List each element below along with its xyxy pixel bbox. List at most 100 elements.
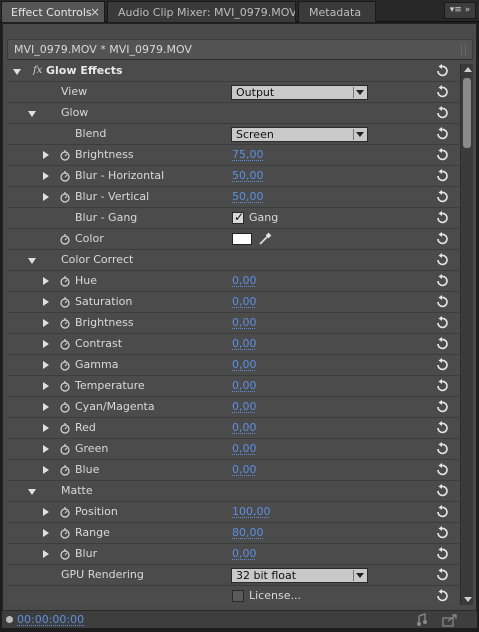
scrollbar-thumb[interactable] [463, 78, 471, 148]
tab-effect-controls[interactable]: Effect Controls × [1, 1, 105, 22]
vertical-scrollbar[interactable] [460, 64, 473, 605]
green-value[interactable]: 0,00 [232, 439, 257, 459]
collapse-triangle-icon[interactable] [28, 258, 36, 264]
expand-triangle-icon[interactable] [43, 403, 49, 411]
expand-triangle-icon[interactable] [43, 382, 49, 390]
stopwatch-icon[interactable] [59, 170, 71, 182]
matte-blur-value[interactable]: 0,00 [232, 544, 257, 564]
reset-parameter-icon[interactable] [435, 316, 449, 330]
expand-triangle-icon[interactable] [43, 361, 49, 369]
collapse-triangle-icon[interactable] [13, 69, 21, 75]
license-label[interactable]: License... [249, 586, 301, 605]
collapse-triangle-icon[interactable] [28, 111, 36, 117]
effect-row-glow-effects[interactable]: fx Glow Effects [8, 61, 459, 82]
grip-icon[interactable] [461, 44, 466, 55]
reset-parameter-icon[interactable] [435, 421, 449, 435]
reset-parameter-icon[interactable] [435, 547, 449, 561]
expand-triangle-icon[interactable] [43, 466, 49, 474]
view-dropdown[interactable]: Output [231, 85, 368, 100]
blend-dropdown[interactable]: Screen [231, 127, 368, 142]
stopwatch-icon[interactable] [59, 338, 71, 350]
temperature-value[interactable]: 0,00 [232, 376, 257, 396]
reset-parameter-icon[interactable] [435, 400, 449, 414]
reset-parameter-icon[interactable] [435, 169, 449, 183]
expand-triangle-icon[interactable] [43, 340, 49, 348]
reset-parameter-icon[interactable] [435, 232, 449, 246]
expand-triangle-icon[interactable] [43, 193, 49, 201]
stopwatch-icon[interactable] [59, 422, 71, 434]
blur-vertical-value[interactable]: 50,00 [232, 187, 264, 207]
collapse-triangle-icon[interactable] [28, 489, 36, 495]
group-row-color-correct[interactable]: Color Correct [8, 250, 459, 271]
stopwatch-icon[interactable] [59, 401, 71, 413]
expand-triangle-icon[interactable] [43, 172, 49, 180]
reset-parameter-icon[interactable] [435, 295, 449, 309]
expand-triangle-icon[interactable] [43, 319, 49, 327]
position-value[interactable]: 100,00 [232, 502, 271, 522]
stopwatch-icon[interactable] [59, 149, 71, 161]
reset-parameter-icon[interactable] [435, 463, 449, 477]
reset-parameter-icon[interactable] [435, 505, 449, 519]
expand-triangle-icon[interactable] [43, 277, 49, 285]
reset-parameter-icon[interactable] [435, 379, 449, 393]
reset-parameter-icon[interactable] [435, 337, 449, 351]
stopwatch-icon[interactable] [59, 275, 71, 287]
blur-horizontal-value[interactable]: 50,00 [232, 166, 264, 186]
expand-triangle-icon[interactable] [43, 424, 49, 432]
expand-triangle-icon[interactable] [43, 151, 49, 159]
reset-parameter-icon[interactable] [435, 211, 449, 225]
gang-checkbox[interactable]: ✓ [232, 210, 244, 224]
eyedropper-icon[interactable] [258, 232, 272, 246]
scroll-down-icon[interactable] [464, 597, 472, 602]
reset-parameter-icon[interactable] [435, 148, 449, 162]
stopwatch-icon[interactable] [59, 296, 71, 308]
stopwatch-icon[interactable] [59, 380, 71, 392]
group-row-glow[interactable]: Glow [8, 103, 459, 124]
gpu-rendering-dropdown[interactable]: 32 bit float [231, 568, 368, 583]
blue-value[interactable]: 0,00 [232, 460, 257, 480]
reset-parameter-icon[interactable] [435, 274, 449, 288]
stopwatch-icon[interactable] [59, 317, 71, 329]
stopwatch-icon[interactable] [59, 191, 71, 203]
brightness-value[interactable]: 75,00 [232, 145, 264, 165]
saturation-value[interactable]: 0,00 [232, 292, 257, 312]
reset-parameter-icon[interactable] [435, 589, 449, 603]
expand-triangle-icon[interactable] [43, 445, 49, 453]
scroll-up-icon[interactable] [464, 67, 472, 72]
stopwatch-icon[interactable] [59, 359, 71, 371]
expand-triangle-icon[interactable] [43, 529, 49, 537]
reset-parameter-icon[interactable] [435, 568, 449, 582]
stopwatch-icon[interactable] [59, 548, 71, 560]
panel-menu-icon[interactable]: ▾≡ » [444, 2, 476, 19]
stopwatch-icon[interactable] [59, 506, 71, 518]
color-swatch[interactable] [232, 233, 252, 245]
export-icon[interactable] [442, 613, 458, 627]
timecode-display[interactable]: 00:00:00:00 [17, 611, 84, 628]
range-value[interactable]: 80,00 [232, 523, 264, 543]
group-row-matte[interactable]: Matte [8, 481, 459, 502]
expand-triangle-icon[interactable] [43, 298, 49, 306]
cyan-magenta-value[interactable]: 0,00 [232, 397, 257, 417]
license-checkbox[interactable] [232, 590, 244, 602]
red-value[interactable]: 0,00 [232, 418, 257, 438]
expand-triangle-icon[interactable] [43, 508, 49, 516]
hue-value[interactable]: 0,00 [232, 271, 257, 291]
reset-parameter-icon[interactable] [435, 526, 449, 540]
cc-brightness-value[interactable]: 0,00 [232, 313, 257, 333]
stopwatch-icon[interactable] [59, 464, 71, 476]
fx-icon[interactable]: fx [33, 61, 42, 81]
close-icon[interactable]: × [90, 2, 100, 22]
tab-metadata[interactable]: Metadata [298, 1, 376, 22]
reset-parameter-icon[interactable] [435, 106, 449, 120]
stopwatch-icon[interactable] [59, 233, 71, 245]
reset-parameter-icon[interactable] [435, 64, 449, 78]
reset-parameter-icon[interactable] [435, 253, 449, 267]
expand-triangle-icon[interactable] [43, 550, 49, 558]
audio-solo-icon[interactable] [416, 613, 432, 627]
reset-parameter-icon[interactable] [435, 85, 449, 99]
contrast-value[interactable]: 0,00 [232, 334, 257, 354]
gamma-value[interactable]: 0,00 [232, 355, 257, 375]
reset-parameter-icon[interactable] [435, 190, 449, 204]
reset-parameter-icon[interactable] [435, 358, 449, 372]
stopwatch-icon[interactable] [59, 443, 71, 455]
